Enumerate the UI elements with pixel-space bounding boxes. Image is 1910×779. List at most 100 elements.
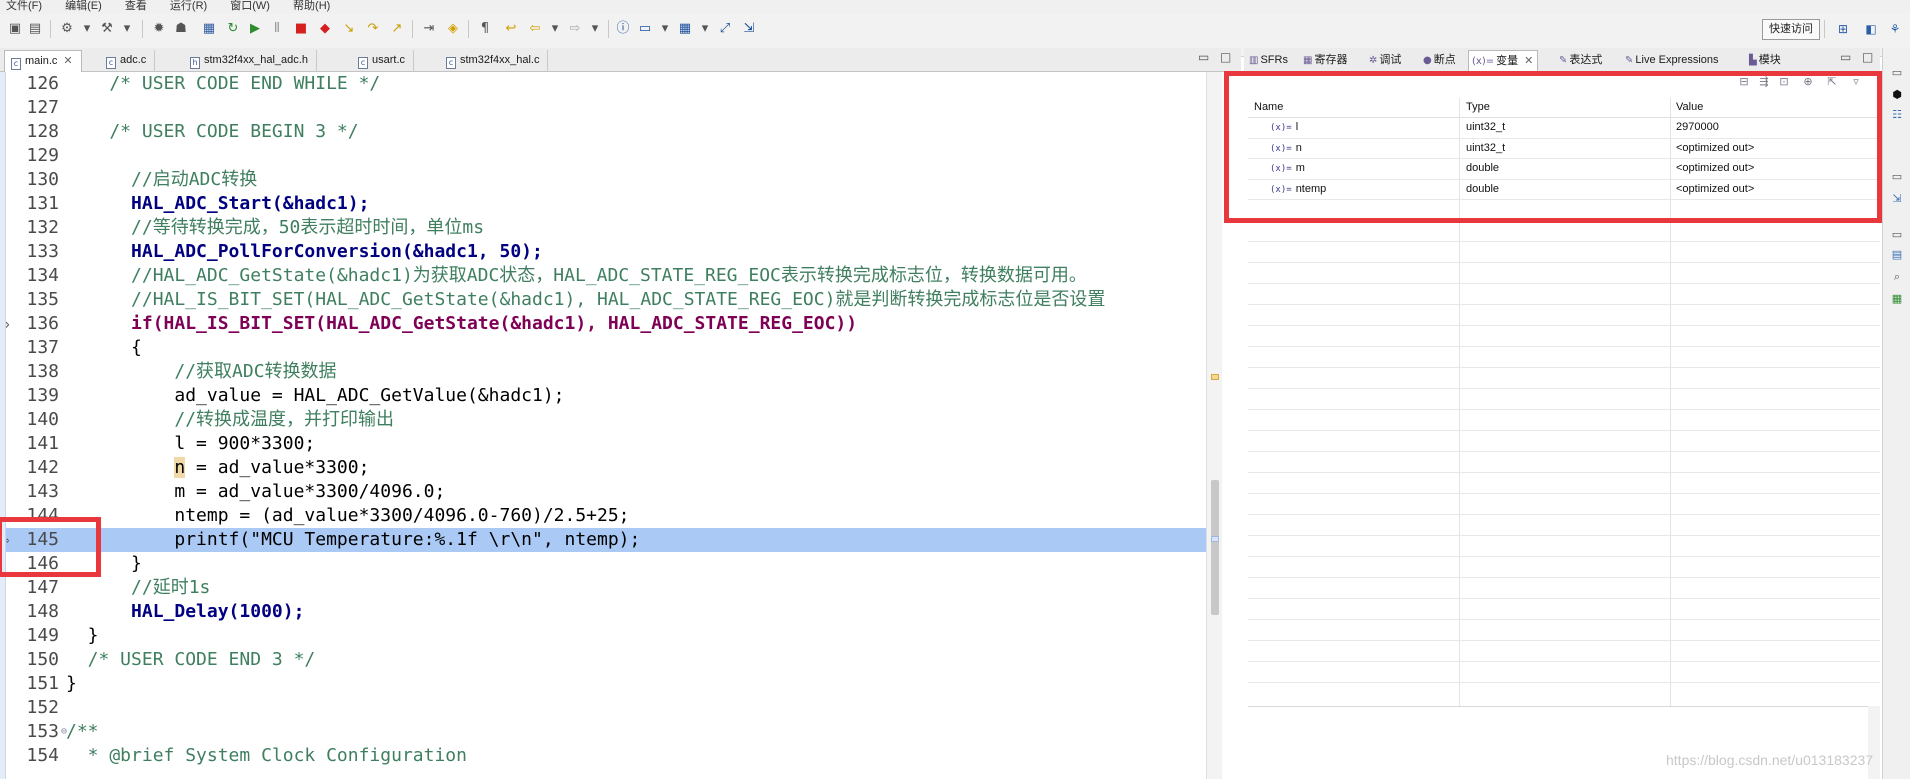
disconnect-icon[interactable]: ◆ (316, 20, 334, 38)
quick-access-input[interactable]: 快速访问 (1762, 19, 1820, 40)
code-text: } (66, 673, 77, 694)
console-icon[interactable]: ⇲ (1889, 192, 1905, 208)
tab-live-expressions[interactable]: ✎ Live Expressions (1622, 50, 1723, 72)
task-icon[interactable]: ▦ (200, 20, 218, 38)
debug-perspective-icon[interactable]: ⚘ (1886, 20, 1904, 38)
tab-registers[interactable]: ▦ 寄存器 (1300, 50, 1351, 72)
table-icon[interactable]: ▦ (676, 20, 694, 38)
c-file-icon: c (358, 57, 368, 69)
code-line: ⊖ 153/** (6, 720, 1206, 744)
forward-icon[interactable]: ⇨ (566, 20, 584, 38)
terminate-icon[interactable]: ■ (292, 20, 310, 38)
overview-marker[interactable] (1211, 374, 1219, 380)
menu-file[interactable]: 文件(F) (6, 0, 42, 13)
run-icon[interactable]: ↻ (224, 20, 242, 38)
menu-edit[interactable]: 编辑(E) (65, 0, 102, 13)
save-icon[interactable]: ▣ (6, 20, 24, 38)
line-number: 148 (26, 601, 59, 622)
code-editor[interactable]: 126 /* USER CODE END WHILE */ 127 128 /*… (6, 72, 1206, 779)
h-file-icon: h (190, 57, 200, 69)
memory-icon[interactable]: ▤ (1889, 248, 1905, 264)
code-line: 142 n = ad_value*3300; (6, 456, 1206, 480)
build-config-icon[interactable]: ⚙ (58, 20, 76, 38)
menu-help[interactable]: 帮助(H) (293, 0, 330, 13)
editor-scrollbar[interactable] (1206, 72, 1222, 779)
empty-table-row (1248, 431, 1880, 452)
suspend-icon[interactable]: Ⅱ (268, 20, 286, 38)
resume-icon[interactable]: ▶ (246, 20, 264, 38)
code-line: 154 * @brief System Clock Configuration (6, 744, 1206, 768)
chevron-down-icon[interactable]: ▾ (656, 20, 674, 38)
tab-modules[interactable]: ▙ 模块 (1746, 50, 1785, 72)
tab-variables[interactable]: (x)= 变量 ✕ (1468, 50, 1539, 72)
editor-tab-bar: c main.c ✕ c adc.c h stm32f4xx_hal_adc.h c us… (0, 48, 1241, 72)
restore-icon[interactable]: ▭ (1889, 228, 1905, 244)
instruction-step-icon[interactable]: ⇥ (420, 20, 438, 38)
code-text: ad_value = HAL_ADC_GetValue(&hadc1); (66, 385, 565, 406)
step-into-icon[interactable]: ↘ (340, 20, 358, 38)
window-icon[interactable]: ▭ (636, 20, 654, 38)
back-icon[interactable]: ↩ (502, 20, 520, 38)
step-return-icon[interactable]: ↗ (388, 20, 406, 38)
tab-label: Live Expressions (1635, 54, 1719, 66)
close-icon[interactable]: ✕ (63, 55, 72, 67)
empty-table-row (1248, 641, 1880, 662)
variable-detail-pane[interactable] (1248, 706, 1868, 779)
minimize-icon[interactable]: ▭ (1198, 50, 1209, 64)
fullscreen-icon[interactable]: ⤢ (716, 20, 734, 38)
scrollbar-thumb[interactable] (1211, 480, 1219, 615)
open-type-icon[interactable]: ◈ (444, 20, 462, 38)
tab-debug[interactable]: ✲ 调试 (1366, 50, 1405, 72)
line-number: 133 (26, 241, 59, 262)
chevron-down-icon[interactable]: ▾ (696, 20, 714, 38)
tab-label: stm32f4xx_hal_adc.h (204, 54, 308, 66)
menu-view[interactable]: 查看 (125, 0, 147, 13)
open-perspective-icon[interactable]: ⊞ (1834, 20, 1852, 38)
tab-stm32f4xx-hal-adc-h[interactable]: h stm32f4xx_hal_adc.h (184, 50, 317, 72)
restore-icon[interactable]: ▭ (1889, 170, 1905, 186)
line-number: 127 (26, 97, 59, 118)
chevron-down-icon[interactable]: ▾ (546, 20, 564, 38)
menu-window[interactable]: 窗口(W) (230, 0, 270, 13)
maximize-icon[interactable]: □ (1862, 50, 1873, 64)
chevron-down-icon[interactable]: ▾ (118, 20, 136, 38)
empty-table-row (1248, 452, 1880, 473)
minimize-icon[interactable]: ▭ (1840, 50, 1851, 64)
tab-expressions[interactable]: ✎ 表达式 (1556, 50, 1606, 72)
menu-run[interactable]: 运行(R) (170, 0, 207, 13)
empty-table-row (1248, 557, 1880, 578)
info-icon[interactable]: ⓘ (614, 20, 632, 38)
back-history-icon[interactable]: ⇦ (526, 20, 544, 38)
table-icon[interactable]: ▦ (1889, 292, 1905, 308)
tab-sfrs[interactable]: ▥ SFRs (1246, 50, 1292, 72)
empty-table-row (1248, 368, 1880, 389)
tab-breakpoints[interactable]: ● 断点 (1420, 50, 1460, 72)
tab-adc-c[interactable]: c adc.c (100, 50, 156, 72)
tab-usart-c[interactable]: c usart.c (352, 50, 415, 72)
export-icon[interactable]: ⇲ (740, 20, 758, 38)
close-icon[interactable]: ✕ (1524, 55, 1533, 67)
empty-table-row (1248, 620, 1880, 641)
maximize-icon[interactable]: □ (1220, 50, 1231, 64)
search-icon[interactable]: ⌕ (1889, 270, 1905, 286)
hammer-icon[interactable]: ⚒ (98, 20, 116, 38)
task-list-icon[interactable]: ¶ (476, 20, 494, 38)
tab-label: 模块 (1758, 54, 1781, 66)
chip-icon[interactable]: ⬢ (1889, 88, 1905, 104)
tab-main-c[interactable]: c main.c ✕ (4, 50, 82, 72)
perspective-cc-icon[interactable]: ◧ (1862, 20, 1880, 38)
detail-scrollbar[interactable] (1868, 706, 1880, 779)
step-over-icon[interactable]: ↷ (364, 20, 382, 38)
empty-table-row (1248, 473, 1880, 494)
tab-stm32f4xx-hal-c[interactable]: c stm32f4xx_hal.c (440, 50, 549, 72)
save-all-icon[interactable]: ▤ (26, 20, 44, 38)
chevron-down-icon[interactable]: ▾ (78, 20, 96, 38)
outline-icon[interactable]: ☷ (1889, 108, 1905, 124)
chevron-down-icon[interactable]: ▾ (586, 20, 604, 38)
bug-icon[interactable]: ☗ (172, 20, 190, 38)
debug-icon[interactable]: ✹ (150, 20, 168, 38)
restore-icon[interactable]: ▭ (1889, 66, 1905, 82)
toolbar-separator (50, 20, 51, 38)
overview-marker[interactable] (1211, 536, 1219, 542)
code-line: 128 /* USER CODE BEGIN 3 */ (6, 120, 1206, 144)
